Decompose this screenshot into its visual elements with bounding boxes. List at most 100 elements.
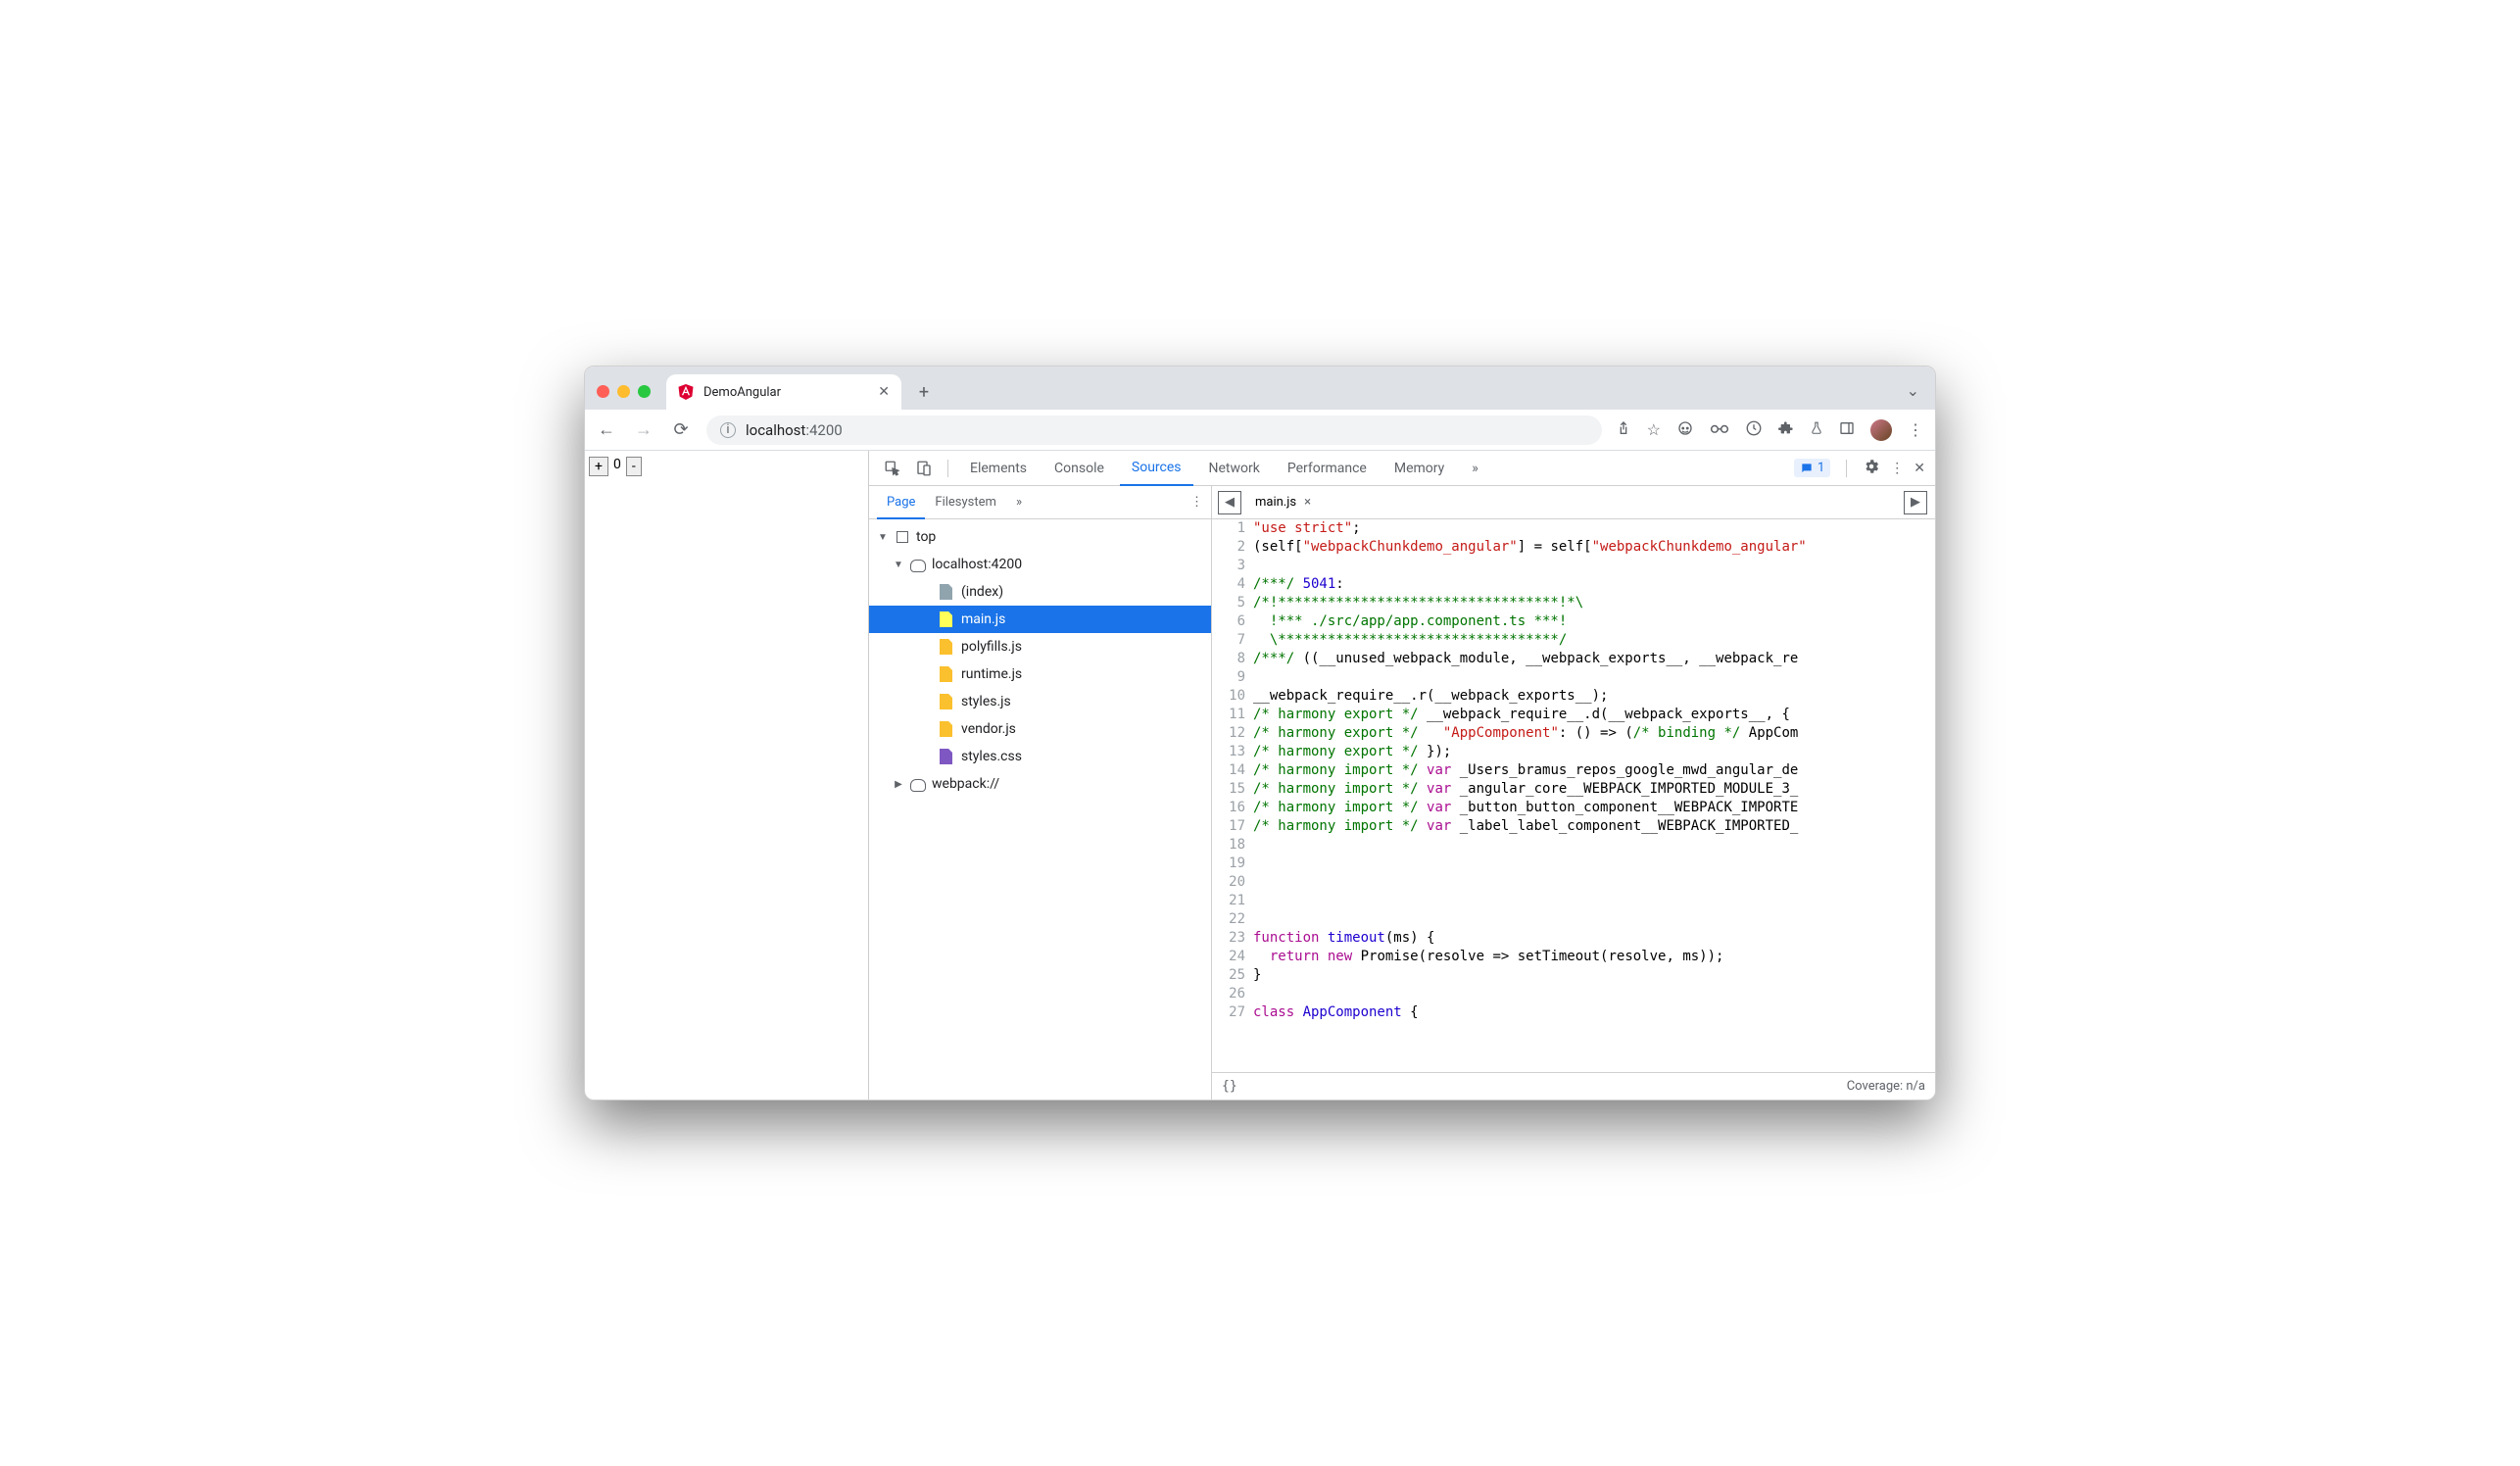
line-number[interactable]: 5: [1212, 594, 1253, 612]
line-number[interactable]: 16: [1212, 799, 1253, 817]
disclosure-triangle-icon[interactable]: ▼: [893, 560, 904, 570]
browser-tab[interactable]: DemoAngular ✕: [666, 374, 901, 410]
decrement-button[interactable]: -: [626, 457, 642, 476]
tree-item[interactable]: styles.js: [869, 688, 1211, 715]
site-info-icon[interactable]: i: [720, 422, 736, 438]
maximize-window-icon[interactable]: [638, 385, 651, 398]
tree-item[interactable]: (index): [869, 578, 1211, 606]
line-number[interactable]: 9: [1212, 668, 1253, 687]
bookmark-icon[interactable]: ☆: [1647, 420, 1661, 439]
line-number[interactable]: 13: [1212, 743, 1253, 761]
code-content: /* harmony export */ });: [1253, 743, 1935, 761]
line-number[interactable]: 3: [1212, 557, 1253, 575]
tree-item[interactable]: styles.css: [869, 743, 1211, 770]
line-number[interactable]: 2: [1212, 538, 1253, 557]
glasses-icon[interactable]: [1710, 420, 1729, 439]
file-tree: ▼top▼localhost:4200(index)main.jspolyfil…: [869, 519, 1211, 1100]
line-number[interactable]: 26: [1212, 985, 1253, 1003]
editor-tab[interactable]: main.js ×: [1245, 486, 1321, 518]
coverage-status: Coverage: n/a: [1847, 1079, 1925, 1094]
tree-item-label: webpack://: [932, 776, 999, 792]
line-number[interactable]: 22: [1212, 910, 1253, 929]
line-number[interactable]: 12: [1212, 724, 1253, 743]
minimize-window-icon[interactable]: [617, 385, 630, 398]
pretty-print-button[interactable]: {}: [1222, 1079, 1237, 1094]
navigator-toggle-icon[interactable]: ◀: [1218, 491, 1241, 514]
tree-item[interactable]: ▼top: [869, 523, 1211, 551]
code-line: 18: [1212, 836, 1935, 855]
devtools-tab-memory[interactable]: Memory: [1382, 451, 1456, 485]
tree-item-label: styles.css: [961, 749, 1022, 764]
line-number[interactable]: 15: [1212, 780, 1253, 799]
code-editor[interactable]: 1"use strict";2(self["webpackChunkdemo_a…: [1212, 519, 1935, 1072]
line-number[interactable]: 20: [1212, 873, 1253, 892]
issues-badge[interactable]: 1: [1794, 459, 1830, 477]
line-number[interactable]: 23: [1212, 929, 1253, 948]
new-tab-button[interactable]: +: [909, 377, 939, 407]
close-tab-icon[interactable]: ✕: [878, 384, 890, 400]
tabs-chevron-down-icon[interactable]: ⌄: [1907, 381, 1919, 400]
line-number[interactable]: 27: [1212, 1003, 1253, 1022]
navigator-tab-filesystem[interactable]: Filesystem: [925, 486, 1006, 518]
line-number[interactable]: 25: [1212, 966, 1253, 985]
frame-icon: [895, 529, 910, 545]
navigator-tab-page[interactable]: Page: [877, 487, 925, 519]
line-number[interactable]: 10: [1212, 687, 1253, 706]
labs-icon[interactable]: [1810, 419, 1823, 441]
code-content: [1253, 873, 1935, 892]
devtools-kebab-icon[interactable]: ⋮: [1890, 461, 1904, 476]
devtools-tab-network[interactable]: Network: [1197, 451, 1272, 485]
line-number[interactable]: 8: [1212, 650, 1253, 668]
devtools-tab-console[interactable]: Console: [1042, 451, 1116, 485]
line-number[interactable]: 24: [1212, 948, 1253, 966]
devtools-tab-overflow[interactable]: »: [1460, 451, 1490, 485]
devtools-tab-sources[interactable]: Sources: [1120, 452, 1193, 486]
line-number[interactable]: 11: [1212, 706, 1253, 724]
sidepanel-icon[interactable]: [1839, 420, 1855, 440]
navigator-pane: PageFilesystem » ⋮ ▼top▼localhost:4200(i…: [869, 486, 1212, 1100]
debugger-toggle-icon[interactable]: ▶: [1904, 491, 1927, 514]
settings-gear-icon[interactable]: [1863, 458, 1880, 479]
tree-item[interactable]: runtime.js: [869, 660, 1211, 688]
line-number[interactable]: 14: [1212, 761, 1253, 780]
code-content: /***/ 5041:: [1253, 575, 1935, 594]
line-number[interactable]: 6: [1212, 612, 1253, 631]
line-number[interactable]: 7: [1212, 631, 1253, 650]
devtools-close-icon[interactable]: ✕: [1914, 461, 1925, 476]
line-number[interactable]: 4: [1212, 575, 1253, 594]
tree-item[interactable]: ▼localhost:4200: [869, 551, 1211, 578]
line-number[interactable]: 1: [1212, 519, 1253, 538]
url-port: :4200: [805, 421, 842, 439]
device-toolbar-icon[interactable]: [910, 455, 938, 482]
inspect-element-icon[interactable]: [879, 455, 906, 482]
extension-dot-icon[interactable]: [1745, 419, 1763, 441]
close-window-icon[interactable]: [597, 385, 609, 398]
profile-avatar[interactable]: [1870, 419, 1892, 441]
kebab-menu-icon[interactable]: ⋮: [1908, 420, 1923, 439]
navigator-tab-overflow[interactable]: »: [1006, 486, 1032, 518]
disclosure-triangle-icon[interactable]: ▶: [893, 779, 904, 790]
navigator-kebab-icon[interactable]: ⋮: [1190, 495, 1203, 510]
incognito-icon[interactable]: [1676, 419, 1694, 441]
editor-tab-close-icon[interactable]: ×: [1304, 495, 1311, 510]
back-button[interactable]: ←: [595, 418, 618, 442]
extensions-icon[interactable]: [1778, 420, 1794, 440]
line-number[interactable]: 21: [1212, 892, 1253, 910]
devtools-tab-performance[interactable]: Performance: [1276, 451, 1379, 485]
tree-item[interactable]: vendor.js: [869, 715, 1211, 743]
address-bar[interactable]: i localhost:4200: [706, 415, 1602, 445]
code-line: 10__webpack_require__.r(__webpack_export…: [1212, 687, 1935, 706]
tree-item[interactable]: ▶ webpack://: [869, 770, 1211, 798]
reload-button[interactable]: ⟳: [669, 418, 693, 442]
tree-item[interactable]: polyfills.js: [869, 633, 1211, 660]
line-number[interactable]: 17: [1212, 817, 1253, 836]
share-icon[interactable]: [1616, 420, 1631, 440]
line-number[interactable]: 18: [1212, 836, 1253, 855]
code-line: 11/* harmony export */ __webpack_require…: [1212, 706, 1935, 724]
disclosure-triangle-icon[interactable]: ▼: [877, 532, 889, 543]
devtools-tab-elements[interactable]: Elements: [958, 451, 1039, 485]
tree-item[interactable]: main.js: [869, 606, 1211, 633]
code-line: 13/* harmony export */ });: [1212, 743, 1935, 761]
increment-button[interactable]: +: [589, 457, 608, 476]
line-number[interactable]: 19: [1212, 855, 1253, 873]
